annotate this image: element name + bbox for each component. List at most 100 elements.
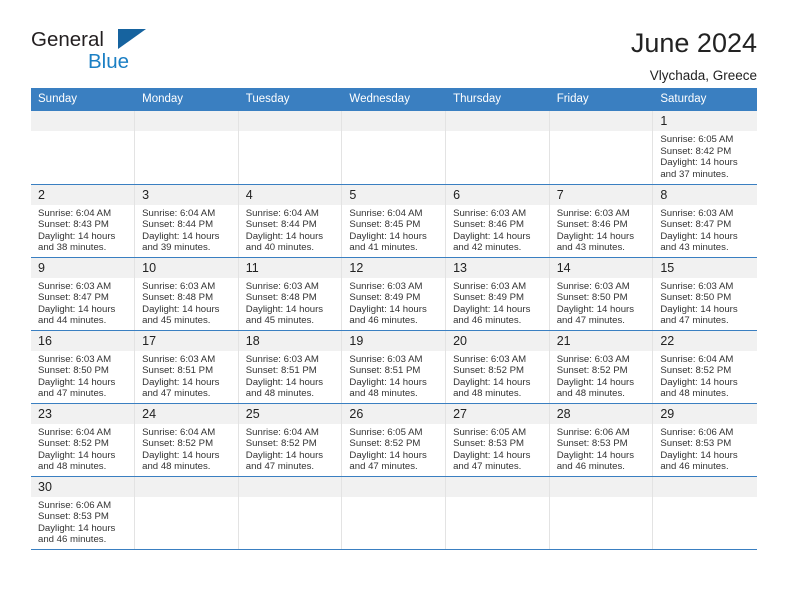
daylight-text: Daylight: 14 hours and 45 minutes. (142, 303, 220, 327)
day-number: 5 (342, 184, 446, 205)
daylight-text: Daylight: 14 hours and 39 minutes. (142, 230, 220, 254)
day-sun-info: Sunrise: 6:03 AM Sunset: 8:52 PM Daylight:… (446, 351, 549, 400)
logo-text-blue: Blue (88, 50, 130, 73)
sunset-text: Sunset: 8:50 PM (38, 365, 109, 377)
calendar-day-cell[interactable]: 16 Sunrise: 6:03 AM Sunset: 8:50 PM Dayligh… (31, 330, 136, 404)
calendar-day-cell[interactable]: 2 Sunrise: 6:04 AM Sunset: 8:43 PM Daylight… (31, 184, 136, 258)
day-sun-info: Sunrise: 6:03 AM Sunset: 8:46 PM Daylight:… (550, 205, 653, 254)
calendar-day-cell[interactable]: 28 Sunrise: 6:06 AM Sunset: 8:53 PM Dayligh… (549, 403, 654, 477)
sunset-text: Sunset: 8:52 PM (453, 365, 524, 377)
sunrise-text: Sunrise: 6:03 AM (245, 280, 319, 292)
weekday-header-monday: Monday (134, 88, 239, 111)
sunset-text: Sunset: 8:49 PM (453, 292, 524, 304)
calendar-day-cell[interactable]: 5 Sunrise: 6:04 AM Sunset: 8:45 PM Daylight… (341, 184, 447, 258)
day-number: 25 (238, 403, 342, 424)
day-number: 22 (653, 330, 757, 351)
calendar-day-cell[interactable]: 20 Sunrise: 6:03 AM Sunset: 8:52 PM Dayligh… (445, 330, 550, 404)
day-number: 27 (446, 403, 549, 424)
calendar-day-cell[interactable]: 23 Sunrise: 6:04 AM Sunset: 8:52 PM Dayligh… (31, 403, 136, 477)
day-sun-info: Sunrise: 6:03 AM Sunset: 8:48 PM Daylight:… (239, 278, 342, 327)
day-number: 16 (31, 330, 135, 351)
calendar-day-cell[interactable]: 22 Sunrise: 6:04 AM Sunset: 8:52 PM Dayligh… (652, 330, 757, 404)
calendar-day-cell[interactable]: 27 Sunrise: 6:05 AM Sunset: 8:53 PM Dayligh… (445, 403, 550, 477)
day-number: 8 (653, 184, 757, 205)
calendar-day-cell[interactable]: 6 Sunrise: 6:03 AM Sunset: 8:46 PM Daylight… (445, 184, 550, 258)
calendar-week-row: 23 Sunrise: 6:04 AM Sunset: 8:52 PM Dayligh… (31, 403, 757, 477)
daylight-text: Daylight: 14 hours and 38 minutes. (38, 230, 116, 254)
sunset-text: Sunset: 8:47 PM (38, 292, 109, 304)
calendar-day-cell[interactable]: 26 Sunrise: 6:05 AM Sunset: 8:52 PM Dayligh… (341, 403, 447, 477)
calendar-day-cell[interactable]: 7 Sunrise: 6:03 AM Sunset: 8:46 PM Daylight… (549, 184, 654, 258)
calendar-day-cell[interactable]: 24 Sunrise: 6:04 AM Sunset: 8:52 PM Dayligh… (134, 403, 239, 477)
calendar-day-cell-empty (652, 476, 757, 550)
general-blue-logo[interactable]: General Blue (31, 28, 151, 76)
sunrise-text: Sunrise: 6:03 AM (556, 280, 630, 292)
sunset-text: Sunset: 8:50 PM (660, 292, 732, 304)
day-sun-info: Sunrise: 6:03 AM Sunset: 8:46 PM Daylight:… (446, 205, 549, 254)
calendar-day-cell-empty (549, 111, 654, 185)
sunrise-text: Sunrise: 6:03 AM (453, 280, 527, 292)
day-sun-info: Sunrise: 6:03 AM Sunset: 8:49 PM Daylight:… (446, 278, 549, 327)
daylight-text: Daylight: 14 hours and 48 minutes. (245, 376, 324, 400)
calendar-day-cell[interactable]: 14 Sunrise: 6:03 AM Sunset: 8:50 PM Dayligh… (549, 257, 654, 331)
sunset-text: Sunset: 8:52 PM (349, 438, 421, 450)
sunset-text: Sunset: 8:51 PM (142, 365, 214, 377)
day-sun-info: Sunrise: 6:06 AM Sunset: 8:53 PM Daylight:… (31, 497, 134, 546)
calendar-day-cell[interactable]: 29 Sunrise: 6:06 AM Sunset: 8:53 PM Dayligh… (652, 403, 757, 477)
daylight-text: Daylight: 14 hours and 43 minutes. (660, 230, 738, 254)
daylight-text: Daylight: 14 hours and 48 minutes. (38, 449, 116, 473)
sunset-text: Sunset: 8:53 PM (38, 511, 109, 523)
sunrise-text: Sunrise: 6:04 AM (660, 353, 734, 365)
sunrise-text: Sunrise: 6:04 AM (38, 426, 112, 438)
day-number: 18 (238, 330, 342, 351)
calendar-day-cell[interactable]: 10 Sunrise: 6:03 AM Sunset: 8:48 PM Dayligh… (134, 257, 239, 331)
calendar-day-cell[interactable]: 1 Sunrise: 6:05 AM Sunset: 8:42 PM Daylight… (652, 111, 757, 185)
calendar-day-cell[interactable]: 18 Sunrise: 6:03 AM Sunset: 8:51 PM Dayligh… (238, 330, 343, 404)
day-number (549, 476, 653, 497)
calendar-day-cell-empty (341, 476, 447, 550)
day-sun-info: Sunrise: 6:03 AM Sunset: 8:50 PM Daylight:… (31, 351, 134, 400)
sunrise-text: Sunrise: 6:06 AM (38, 499, 112, 511)
calendar-day-cell[interactable]: 21 Sunrise: 6:03 AM Sunset: 8:52 PM Dayligh… (549, 330, 654, 404)
day-number (238, 476, 342, 497)
daylight-text: Daylight: 14 hours and 41 minutes. (349, 230, 427, 254)
day-sun-info: Sunrise: 6:03 AM Sunset: 8:50 PM Daylight:… (653, 278, 756, 327)
calendar-week-row: 9 Sunrise: 6:03 AM Sunset: 8:47 PM Daylight… (31, 257, 757, 331)
calendar-day-cell[interactable]: 3 Sunrise: 6:04 AM Sunset: 8:44 PM Daylight… (134, 184, 239, 258)
sunrise-text: Sunrise: 6:06 AM (556, 426, 630, 438)
day-sun-info: Sunrise: 6:04 AM Sunset: 8:43 PM Daylight:… (31, 205, 134, 254)
day-number: 19 (342, 330, 446, 351)
calendar-day-cell[interactable]: 9 Sunrise: 6:03 AM Sunset: 8:47 PM Daylight… (31, 257, 136, 331)
sunrise-text: Sunrise: 6:05 AM (349, 426, 423, 438)
weekday-row: Sunday Monday Tuesday Wednesday Thursday Frid… (31, 88, 757, 111)
calendar-day-cell[interactable]: 8 Sunrise: 6:03 AM Sunset: 8:47 PM Daylight… (652, 184, 757, 258)
sunrise-text: Sunrise: 6:03 AM (453, 353, 527, 365)
sunset-text: Sunset: 8:53 PM (556, 438, 628, 450)
calendar-day-cell[interactable]: 30 Sunrise: 6:06 AM Sunset: 8:53 PM Dayligh… (31, 476, 136, 550)
sunset-text: Sunset: 8:47 PM (660, 219, 732, 231)
daylight-text: Daylight: 14 hours and 48 minutes. (660, 376, 738, 400)
day-number (238, 111, 342, 131)
calendar-day-cell[interactable]: 13 Sunrise: 6:03 AM Sunset: 8:49 PM Dayligh… (445, 257, 550, 331)
day-number: 15 (653, 257, 757, 278)
calendar-day-cell[interactable]: 11 Sunrise: 6:03 AM Sunset: 8:48 PM Dayligh… (238, 257, 343, 331)
weekday-header-saturday: Saturday (652, 88, 757, 111)
daylight-text: Daylight: 14 hours and 46 minutes. (660, 449, 738, 473)
calendar-day-cell[interactable]: 4 Sunrise: 6:04 AM Sunset: 8:44 PM Daylight… (238, 184, 343, 258)
sunset-text: Sunset: 8:48 PM (245, 292, 317, 304)
calendar-day-cell[interactable]: 15 Sunrise: 6:03 AM Sunset: 8:50 PM Dayligh… (652, 257, 757, 331)
daylight-text: Daylight: 14 hours and 45 minutes. (245, 303, 324, 327)
day-number (342, 476, 446, 497)
sunrise-text: Sunrise: 6:03 AM (245, 353, 319, 365)
calendar-day-cell[interactable]: 25 Sunrise: 6:04 AM Sunset: 8:52 PM Dayligh… (238, 403, 343, 477)
sunset-text: Sunset: 8:44 PM (245, 219, 317, 231)
daylight-text: Daylight: 14 hours and 47 minutes. (245, 449, 324, 473)
calendar-day-cell[interactable]: 17 Sunrise: 6:03 AM Sunset: 8:51 PM Dayligh… (134, 330, 239, 404)
calendar-day-cell[interactable]: 12 Sunrise: 6:03 AM Sunset: 8:49 PM Dayligh… (341, 257, 447, 331)
daylight-text: Daylight: 14 hours and 47 minutes. (660, 303, 738, 327)
sunrise-text: Sunrise: 6:03 AM (142, 353, 216, 365)
logo-triangle-icon (118, 29, 146, 49)
daylight-text: Daylight: 14 hours and 47 minutes. (556, 303, 635, 327)
day-number: 17 (135, 330, 238, 351)
calendar-day-cell[interactable]: 19 Sunrise: 6:03 AM Sunset: 8:51 PM Dayligh… (341, 330, 447, 404)
